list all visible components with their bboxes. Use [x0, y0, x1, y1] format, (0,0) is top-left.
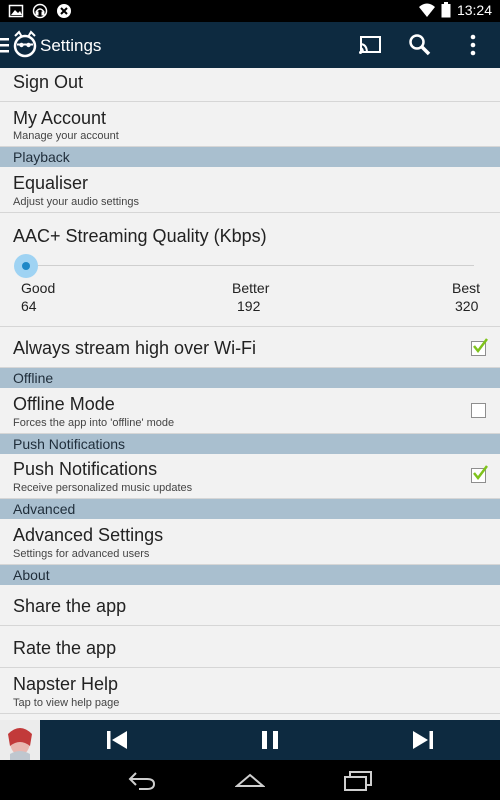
- quality-stop-good-value: 64: [21, 298, 37, 314]
- napster-help-subtitle: Tap to view help page: [13, 697, 120, 709]
- equaliser-subtitle: Adjust your audio settings: [13, 196, 139, 208]
- wifi-icon: [418, 3, 435, 17]
- wifi-stream-item[interactable]: Always stream high over Wi-Fi: [0, 327, 500, 368]
- advanced-settings-label: Advanced Settings: [13, 525, 164, 545]
- status-icons-right: 13:24: [418, 2, 492, 18]
- rate-app-item[interactable]: Rate the app: [0, 626, 500, 668]
- section-header-label: Playback: [13, 149, 70, 165]
- share-app-label: Share the app: [13, 596, 127, 616]
- my-account-subtitle: Manage your account: [13, 130, 119, 142]
- home-icon[interactable]: [235, 768, 265, 792]
- offline-mode-checkbox[interactable]: [471, 403, 486, 418]
- my-account-label: My Account: [13, 108, 107, 128]
- quality-stop-good-label: Good: [21, 280, 56, 296]
- napster-help-item[interactable]: Napster Help Tap to view help page: [0, 668, 500, 714]
- pause-icon[interactable]: [258, 728, 282, 752]
- offline-mode-item[interactable]: Offline Mode Forces the app into 'offlin…: [0, 388, 500, 434]
- settings-list: Sign Out My Account Manage your account …: [0, 68, 500, 720]
- sign-out-item[interactable]: Sign Out: [0, 68, 500, 102]
- menu-icon[interactable]: [0, 36, 10, 54]
- equaliser-label: Equaliser: [13, 173, 89, 193]
- recents-icon[interactable]: [343, 768, 373, 792]
- push-notifications-item[interactable]: Push Notifications Receive personalized …: [0, 454, 500, 499]
- album-art-image: [0, 720, 40, 760]
- section-header-label: About: [13, 567, 50, 583]
- system-nav-bar: [0, 760, 500, 800]
- page-title: Settings: [40, 36, 102, 55]
- app-bar: Settings: [0, 22, 500, 68]
- rate-app-label: Rate the app: [13, 638, 117, 658]
- section-header-playback: Playback: [0, 147, 500, 167]
- mini-player: [0, 720, 500, 760]
- status-icons-left: [8, 3, 72, 19]
- section-header-advanced: Advanced: [0, 499, 500, 519]
- napster-logo-icon[interactable]: [12, 30, 38, 60]
- quality-slider-thumb[interactable]: [22, 262, 30, 270]
- battery-icon: [441, 2, 451, 18]
- section-header-label: Advanced: [13, 501, 76, 517]
- checkmark-icon: [473, 465, 488, 481]
- quality-stop-better-value: 192: [237, 298, 261, 314]
- section-header-offline: Offline: [0, 368, 500, 388]
- section-header-label: Offline: [13, 370, 54, 386]
- napster-help-label: Napster Help: [13, 674, 119, 694]
- quality-slider-track[interactable]: [26, 265, 474, 266]
- wifi-stream-checkbox[interactable]: [471, 338, 488, 356]
- sign-out-label: Sign Out: [13, 72, 84, 92]
- offline-mode-subtitle: Forces the app into 'offline' mode: [13, 417, 175, 429]
- section-header-about: About: [0, 565, 500, 585]
- headset-icon: [32, 3, 48, 19]
- quality-stop-better-label: Better: [232, 280, 270, 296]
- more-vert-icon[interactable]: [460, 32, 486, 58]
- offline-mode-label: Offline Mode: [13, 394, 115, 414]
- equaliser-item[interactable]: Equaliser Adjust your audio settings: [0, 167, 500, 213]
- search-icon[interactable]: [407, 32, 433, 58]
- quality-stop-best-value: 320: [455, 298, 479, 314]
- section-header-label: Push Notifications: [13, 436, 126, 452]
- status-time: 13:24: [456, 2, 492, 18]
- streaming-quality-label: AAC+ Streaming Quality (Kbps): [13, 226, 267, 246]
- cast-icon[interactable]: [357, 32, 383, 58]
- push-notifications-label: Push Notifications: [13, 459, 158, 479]
- my-account-item[interactable]: My Account Manage your account: [0, 102, 500, 147]
- status-bar: 13:24: [0, 0, 500, 22]
- quality-stop-best-label: Best: [452, 280, 481, 296]
- image-icon: [8, 4, 24, 18]
- checkmark-icon: [473, 338, 488, 354]
- section-header-push: Push Notifications: [0, 434, 500, 454]
- wifi-stream-label: Always stream high over Wi-Fi: [13, 338, 257, 358]
- next-icon[interactable]: [411, 728, 435, 752]
- advanced-settings-item[interactable]: Advanced Settings Settings for advanced …: [0, 519, 500, 565]
- back-icon[interactable]: [127, 768, 157, 792]
- push-notifications-checkbox[interactable]: [471, 465, 488, 483]
- previous-icon[interactable]: [105, 728, 129, 752]
- advanced-settings-subtitle: Settings for advanced users: [13, 548, 150, 560]
- share-app-item[interactable]: Share the app: [0, 585, 500, 626]
- album-art[interactable]: [0, 720, 40, 760]
- push-notifications-subtitle: Receive personalized music updates: [13, 482, 193, 494]
- close-circle-icon: [57, 4, 71, 18]
